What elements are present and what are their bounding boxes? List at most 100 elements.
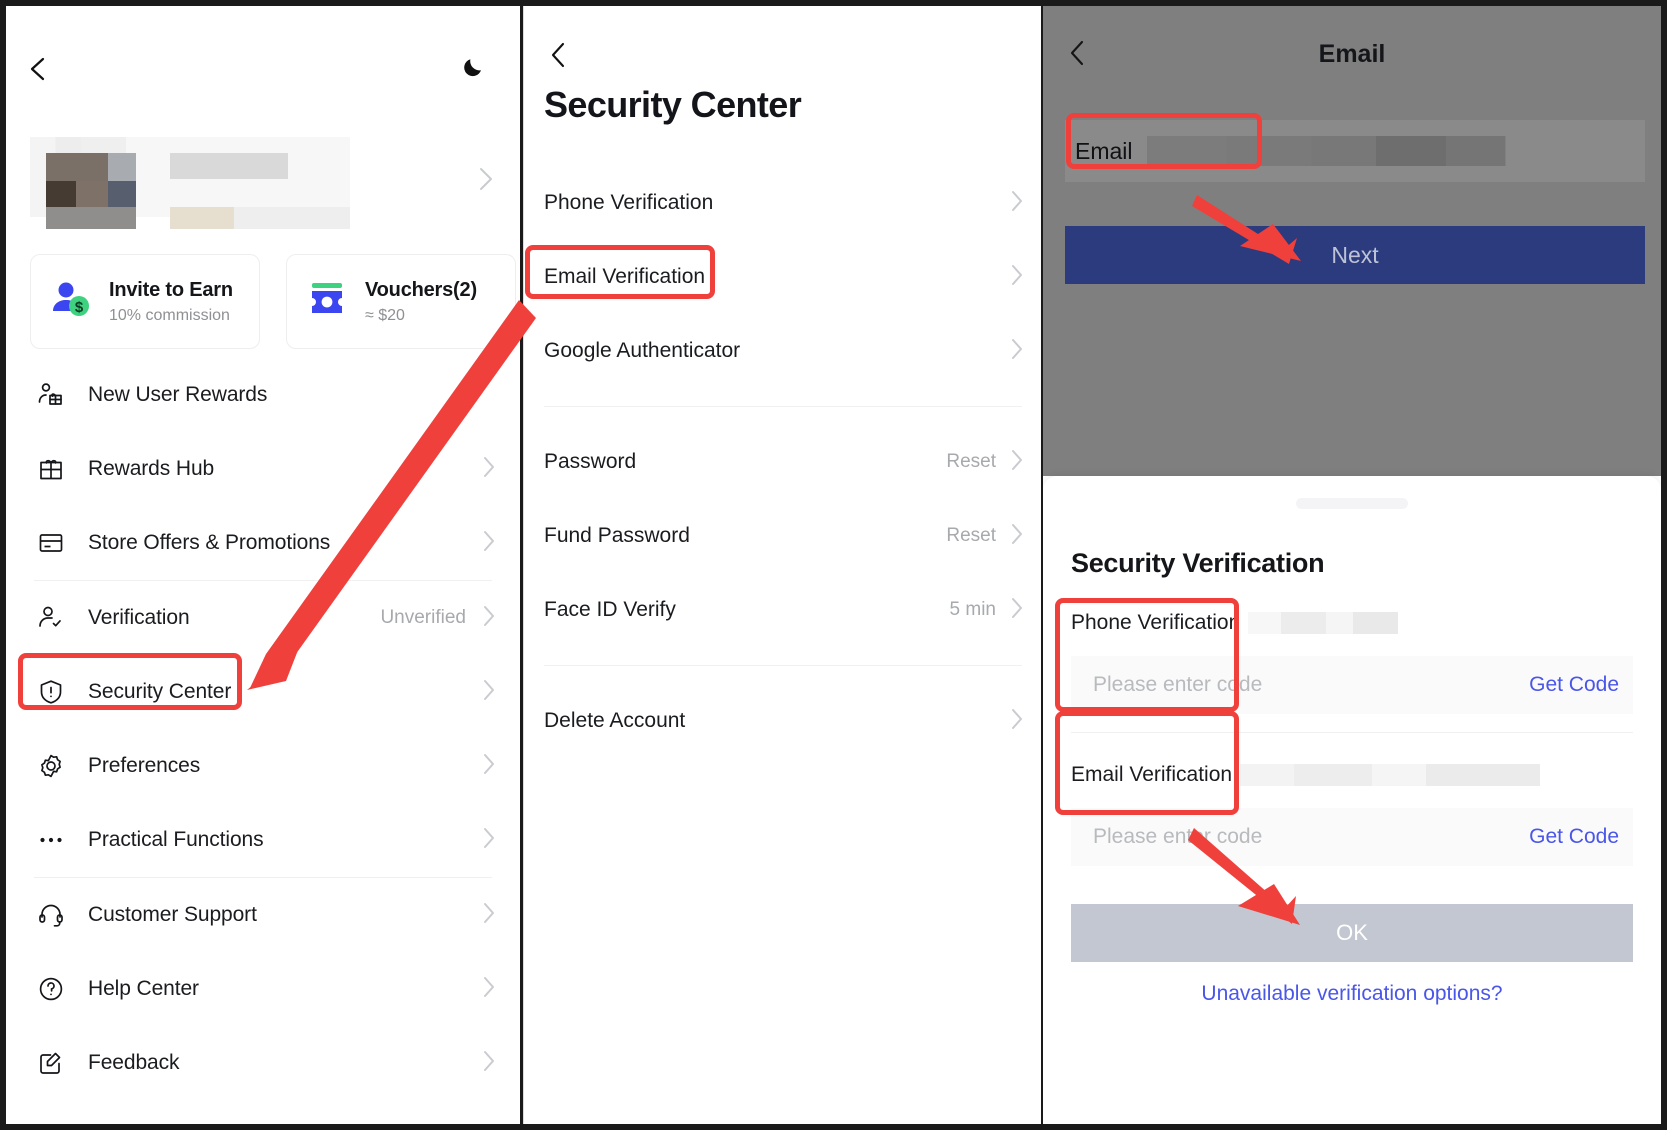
security-center-panel: Security Center Phone Verification Email… [523,6,1041,1124]
profile-chevron-icon[interactable] [476,166,496,197]
security-row-delete-account[interactable]: Delete Account [524,684,1041,758]
ok-button[interactable]: OK [1071,904,1633,962]
email-verification-label: Email Verification [1071,763,1232,787]
menu-item-security-center[interactable]: Security Center [6,655,520,729]
menu-item-label: Customer Support [88,903,257,927]
row-label: Face ID Verify [544,598,676,622]
chevron-right-icon[interactable] [1008,448,1026,477]
screenshot-root: $ Invite to Earn 10% commission [0,0,1667,1130]
menu-item-label: Help Center [88,977,199,1001]
chevron-right-icon[interactable] [480,529,498,558]
email-code-placeholder: Please enter code [1093,825,1262,849]
email-field-label: Email [1075,138,1133,165]
chevron-right-icon[interactable] [480,678,498,707]
invite-to-earn-subtitle: 10% commission [109,307,233,325]
menu-item-label: Security Center [88,680,231,704]
menu-item-practical-functions[interactable]: Practical Functions [6,803,520,877]
moon-icon[interactable] [460,54,486,85]
menu-item-verification[interactable]: Verification Unverified [6,581,520,655]
menu-item-label: Practical Functions [88,828,264,852]
vouchers-card[interactable]: Vouchers(2) ≈ $20 [286,254,516,349]
email-masked-value [1240,764,1540,786]
headset-icon [34,898,68,932]
chevron-right-icon[interactable] [480,826,498,855]
menu-item-rewards-hub[interactable]: Rewards Hub [6,432,520,506]
menu-item-label: Feedback [88,1051,179,1075]
phone-verification-block: Phone Verification Please enter code Get… [1071,602,1633,733]
chevron-right-icon[interactable] [480,604,498,633]
invite-to-earn-title: Invite to Earn [109,279,233,302]
email-field[interactable]: Email [1065,120,1645,182]
security-list: Phone Verification Email Verification Go… [524,166,1041,758]
vouchers-subtitle: ≈ $20 [365,307,477,325]
avatar[interactable] [30,137,350,217]
new-user-gift-icon [34,378,68,412]
security-row-email-verification[interactable]: Email Verification [524,240,1041,314]
email-panel: Email Email Next Security Verification P… [1043,6,1661,1124]
feedback-edit-icon [34,1046,68,1080]
menu-item-label: Preferences [88,754,200,778]
svg-text:$: $ [75,299,84,316]
promo-cards: $ Invite to Earn 10% commission [30,254,516,349]
row-label: Email Verification [544,265,705,289]
menu-item-preferences[interactable]: Preferences [6,729,520,803]
menu-item-label: Verification [88,606,190,630]
security-row-fund-password[interactable]: Fund Password Reset [524,499,1041,573]
chevron-right-icon[interactable] [1008,263,1026,292]
phone-get-code-button[interactable]: Get Code [1529,673,1619,697]
chevron-right-icon[interactable] [480,975,498,1004]
back-icon[interactable] [26,56,50,80]
chevron-right-icon[interactable] [1008,522,1026,551]
chevron-right-icon[interactable] [1008,337,1026,366]
menu-item-feedback[interactable]: Feedback [6,1026,520,1100]
email-field-masked-value [1147,136,1645,166]
settings-menu: New User Rewards Rewards Hub [6,358,520,1100]
row-value: Reset [946,525,996,547]
unavailable-options-link[interactable]: Unavailable verification options? [1043,982,1661,1006]
menu-item-customer-support[interactable]: Customer Support [6,878,520,952]
phone-code-input-row[interactable]: Please enter code Get Code [1071,656,1633,714]
gear-icon [34,749,68,783]
back-icon[interactable] [546,40,572,75]
security-row-face-id-verify[interactable]: Face ID Verify 5 min [524,573,1041,647]
email-get-code-button[interactable]: Get Code [1529,825,1619,849]
chevron-right-icon[interactable] [1008,596,1026,625]
security-row-phone-verification[interactable]: Phone Verification [524,166,1041,240]
chevron-right-icon[interactable] [1008,189,1026,218]
sheet-title: Security Verification [1071,548,1324,579]
menu-item-label: Store Offers & Promotions [88,531,330,555]
menu-item-new-user-rewards[interactable]: New User Rewards [6,358,520,432]
row-label: Phone Verification [544,191,713,215]
row-value: 5 min [950,599,996,621]
gift-box-icon [34,452,68,486]
invite-to-earn-card[interactable]: $ Invite to Earn 10% commission [30,254,260,349]
chevron-right-icon[interactable] [480,1049,498,1078]
sheet-divider [1071,732,1633,733]
next-button[interactable]: Next [1065,226,1645,284]
vouchers-title: Vouchers(2) [365,279,477,302]
chevron-right-icon[interactable] [1008,707,1026,736]
card-offers-icon [34,526,68,560]
sheet-drag-handle[interactable] [1296,498,1408,509]
page-title: Security Center [544,84,801,126]
phone-code-placeholder: Please enter code [1093,673,1262,697]
menu-item-store-offers[interactable]: Store Offers & Promotions [6,506,520,580]
chevron-right-icon[interactable] [480,901,498,930]
email-verification-block: Email Verification Please enter code Get… [1071,754,1633,866]
menu-item-label: New User Rewards [88,383,267,407]
question-circle-icon [34,972,68,1006]
profile-panel: $ Invite to Earn 10% commission [6,6,520,1124]
page-title: Email [1043,40,1661,69]
row-value: Reset [946,451,996,473]
security-row-google-authenticator[interactable]: Google Authenticator [524,314,1041,388]
security-row-password[interactable]: Password Reset [524,425,1041,499]
chevron-right-icon[interactable] [480,752,498,781]
menu-item-help-center[interactable]: Help Center [6,952,520,1026]
row-label: Google Authenticator [544,339,740,363]
left-topbar [6,6,520,124]
chevron-right-icon[interactable] [480,455,498,484]
email-code-input-row[interactable]: Please enter code Get Code [1071,808,1633,866]
ellipsis-icon [34,823,68,857]
menu-item-label: Rewards Hub [88,457,214,481]
shield-alert-icon [34,675,68,709]
